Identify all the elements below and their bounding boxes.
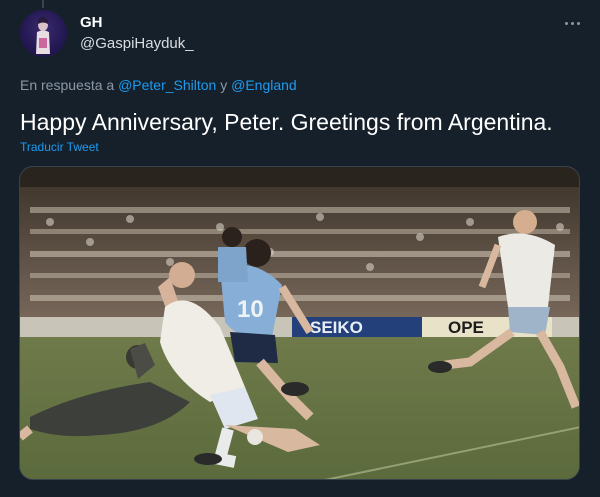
reply-prefix: En respuesta a (20, 77, 115, 93)
more-horizontal-icon[interactable] (560, 13, 584, 33)
tweet-text: Happy Anniversary, Peter. Greetings from… (20, 109, 553, 135)
reply-connector: y (220, 77, 228, 93)
avatar-photo-icon (36, 17, 50, 54)
shirt-number: 10 (237, 296, 264, 323)
mention-link[interactable]: @Peter_Shilton (118, 77, 216, 93)
author-handle[interactable]: @GaspiHayduk_ (80, 35, 194, 52)
translate-tweet-link[interactable]: Traducir Tweet (20, 140, 99, 154)
reply-context: En respuesta a @Peter_Shilton y @England (20, 77, 297, 93)
author-display-name[interactable]: GH (80, 14, 103, 31)
football-match-photo: SEIKO OPE 10 (20, 167, 579, 479)
thread-connector-line (42, 0, 44, 8)
board-text-ope: OPE (448, 318, 484, 337)
avatar[interactable] (20, 10, 67, 57)
tweet-photo[interactable]: SEIKO OPE 10 (19, 166, 580, 480)
board-text-seiko: SEIKO (310, 318, 363, 337)
mention-link[interactable]: @England (231, 77, 297, 93)
